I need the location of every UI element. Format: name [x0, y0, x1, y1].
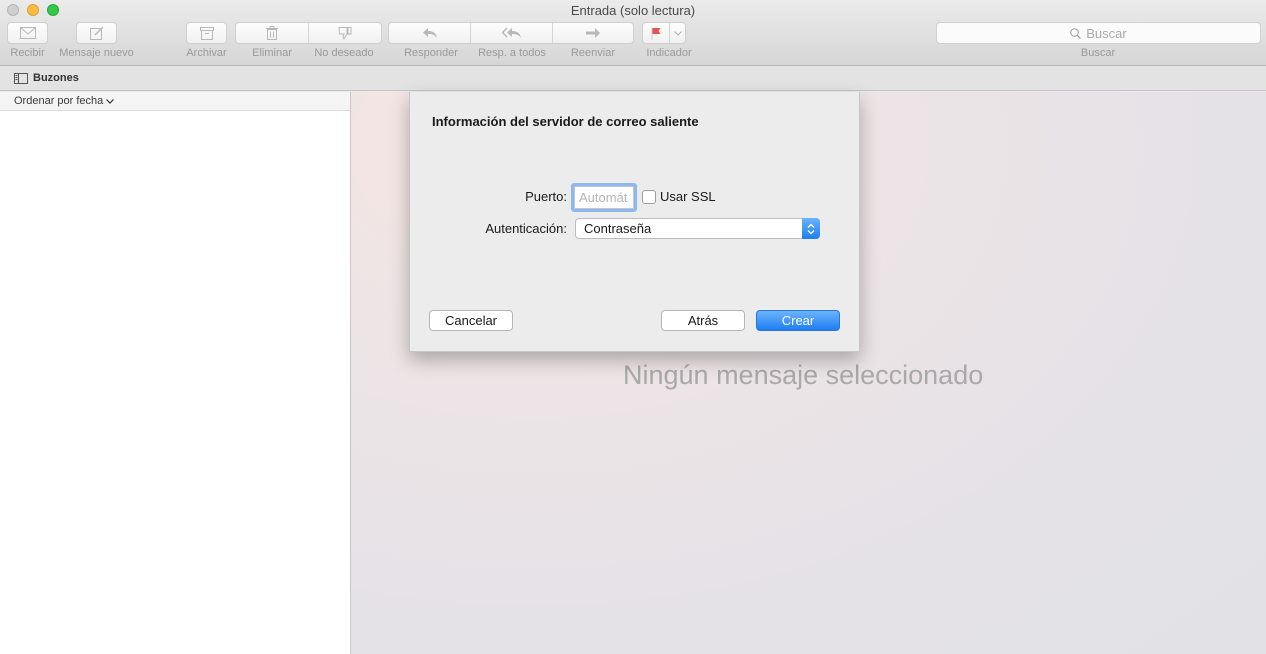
chevron-down-icon [106, 98, 115, 104]
search-placeholder: Buscar [1086, 25, 1127, 41]
reply-all-label: Resp. a todos [478, 47, 546, 59]
stepper-arrows-icon [802, 218, 820, 239]
flag-label: Indicador [646, 47, 692, 59]
junk-label: No deseado [314, 47, 374, 59]
flag-menu-button[interactable] [670, 23, 685, 43]
search-icon [1070, 27, 1082, 39]
create-button[interactable]: Crear [756, 310, 840, 331]
delete-label: Eliminar [252, 47, 292, 59]
reply-label: Responder [404, 47, 458, 59]
reply-all-button[interactable] [471, 23, 553, 43]
flag-group [642, 22, 686, 44]
favorites-bar: Buzones [0, 66, 1266, 91]
compose-icon [89, 26, 104, 40]
get-mail-button[interactable] [7, 22, 48, 44]
cancel-button[interactable]: Cancelar [429, 310, 513, 331]
window-title: Entrada (solo lectura) [570, 3, 696, 18]
flag-icon [651, 27, 661, 39]
reply-group [388, 22, 634, 44]
use-ssl-label[interactable]: Usar SSL [660, 189, 716, 204]
authentication-value: Contraseña [584, 221, 652, 236]
port-input[interactable] [574, 186, 634, 209]
no-message-selected-text: Ningún mensaje seleccionado [623, 360, 984, 390]
sort-control[interactable]: Ordenar por fecha [0, 92, 350, 111]
archive-label: Archivar [186, 47, 227, 59]
back-button[interactable]: Atrás [661, 310, 745, 331]
sort-label: Ordenar por fecha [14, 95, 104, 107]
authentication-label: Autenticación: [485, 221, 567, 236]
chevron-down-icon [673, 30, 682, 36]
get-mail-label: Recibir [10, 47, 45, 59]
search-field[interactable]: Buscar [936, 22, 1261, 44]
toolbar: Entrada (solo lectura) Recibir Mensaje n… [0, 0, 1266, 66]
thumbs-down-icon [338, 27, 352, 40]
sheet-title: Información del servidor de correo salie… [432, 114, 699, 129]
forward-button[interactable] [553, 23, 633, 43]
forward-arrow-icon [586, 28, 600, 38]
message-list: Ordenar por fecha [0, 92, 351, 654]
reply-all-arrow-icon [501, 27, 521, 38]
reply-button[interactable] [389, 23, 471, 43]
outgoing-server-sheet: Información del servidor de correo salie… [409, 92, 860, 352]
port-label: Puerto: [525, 189, 567, 204]
search-label: Buscar [1080, 47, 1116, 59]
reply-arrow-icon [422, 28, 437, 38]
envelope-icon [19, 27, 36, 39]
flag-button[interactable] [643, 23, 670, 43]
delete-button[interactable] [236, 23, 309, 43]
archive-box-icon [199, 26, 214, 40]
archive-button[interactable] [186, 22, 227, 44]
new-message-button[interactable] [76, 22, 117, 44]
forward-label: Reenviar [570, 47, 616, 59]
authentication-select[interactable]: Contraseña [575, 218, 820, 239]
trash-icon [265, 26, 278, 40]
junk-button[interactable] [309, 23, 382, 43]
delete-junk-group [235, 22, 382, 44]
sidebar-toggle-icon[interactable] [14, 72, 28, 84]
new-message-label: Mensaje nuevo [59, 47, 134, 59]
mailboxes-button[interactable]: Buzones [33, 72, 79, 84]
use-ssl-checkbox[interactable] [642, 190, 656, 204]
